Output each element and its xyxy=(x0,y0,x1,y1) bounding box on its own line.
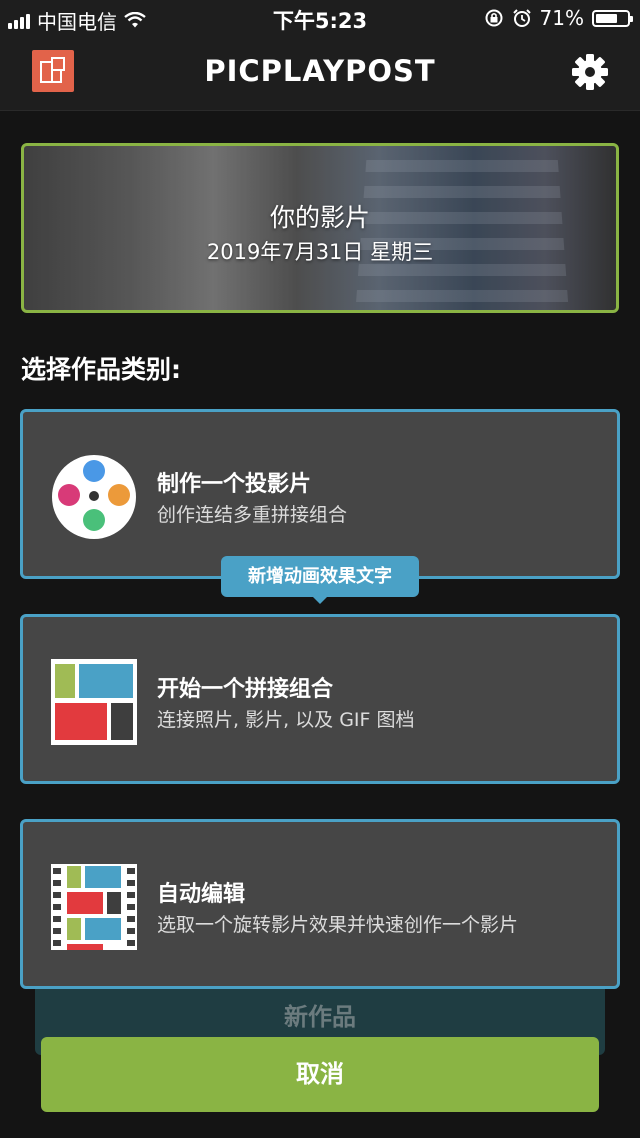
settings-gear-icon[interactable] xyxy=(570,52,610,92)
film-strip-icon xyxy=(51,864,137,950)
option-title: 开始一个拼接组合 xyxy=(157,677,334,702)
app-title: PICPLAYPOST xyxy=(204,54,436,88)
option-subtitle: 连接照片, 影片, 以及 GIF 图档 xyxy=(157,709,415,731)
status-right: 71% xyxy=(484,6,633,30)
status-bar: 中国电信 下午5:23 71% xyxy=(0,0,640,36)
option-title: 制作一个投影片 xyxy=(157,472,312,497)
option-title: 自动编辑 xyxy=(157,882,246,907)
option-subtitle: 创作连结多重拼接组合 xyxy=(157,504,348,526)
option-collage[interactable]: 开始一个拼接组合 连接照片, 影片, 以及 GIF 图档 xyxy=(20,614,620,784)
battery-percent: 71% xyxy=(539,6,584,30)
cancel-button[interactable]: 取消 xyxy=(41,1037,599,1112)
new-work-label: 新作品 xyxy=(284,1003,356,1031)
alarm-icon xyxy=(512,9,531,27)
banner-date: 2019年7月31日 星期三 xyxy=(206,240,434,264)
section-heading: 选择作品类别: xyxy=(21,355,181,384)
banner-title: 你的影片 xyxy=(269,203,370,232)
battery-icon xyxy=(592,9,633,27)
slideshow-palette-icon xyxy=(51,454,137,540)
option-slideshow[interactable]: 制作一个投影片 创作连结多重拼接组合 xyxy=(20,409,620,579)
orientation-lock-icon xyxy=(485,9,503,27)
option-auto-edit[interactable]: 自动编辑 选取一个旋转影片效果并快速创作一个影片 xyxy=(20,819,620,989)
collage-layout-icon xyxy=(51,659,137,745)
new-feature-tooltip[interactable]: 新增动画效果文字 xyxy=(221,556,419,604)
nav-bar: PICPLAYPOST xyxy=(0,36,640,111)
option-subtitle: 选取一个旋转影片效果并快速创作一个影片 xyxy=(157,914,519,936)
your-movie-banner[interactable]: 你的影片 2019年7月31日 星期三 xyxy=(21,143,619,313)
